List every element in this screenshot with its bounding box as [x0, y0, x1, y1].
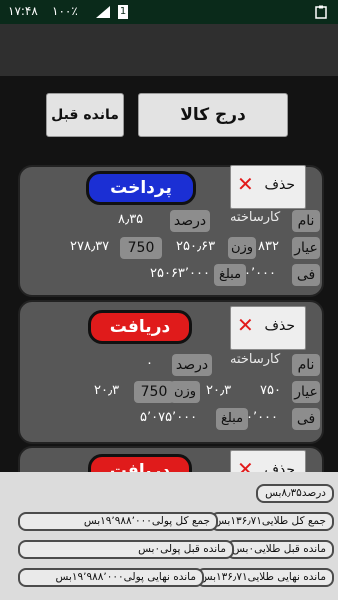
summary-percent: درصد۸٫۳۵بس [256, 484, 334, 503]
summary-panel: درصد۸٫۳۵بس جمع کل طلایی۱۳۶٫۷۱بس جمع کل پ… [0, 472, 338, 600]
add-item-button[interactable]: درج کالا [138, 93, 288, 137]
status-battery: ۱۰۰٪ [52, 4, 78, 18]
weight-input[interactable]: 750 [120, 237, 162, 259]
weight-input[interactable]: 750 [134, 381, 174, 403]
app-bar [0, 24, 338, 76]
amount-value: ۲۵۰۶۳٬۰۰۰ [150, 266, 210, 281]
summary-final-gold: مانده نهایی طلایی۱۳۶٫۷۱بس [196, 568, 334, 587]
amount-value: ۵٬۰۷۵٬۰۰۰ [140, 410, 198, 425]
percent-value: ۸٫۳۵ [118, 212, 144, 227]
percent-label: درصد [170, 210, 210, 232]
item-card: پرداخت ✕ حذف نام کارساخته درصد ۸٫۳۵ عیار… [18, 165, 324, 297]
karat-label: عیار [292, 381, 320, 403]
summary-prev-gold: مانده قبل طلایی۰بس [226, 540, 334, 559]
summary-total-gold: جمع کل طلایی۱۳۶٫۷۱بس [210, 512, 334, 531]
making-label: کارساخته [230, 352, 281, 367]
delete-button[interactable]: ✕ حذف [230, 306, 306, 350]
weight-value: ۲۰٫۳ [206, 383, 232, 398]
delete-button[interactable]: ✕ حذف [230, 165, 306, 209]
weight-value: ۲۵۰٫۶۳ [176, 239, 216, 254]
making-label: کارساخته [230, 210, 281, 225]
karat-value: ۸۳۲ [258, 239, 279, 254]
weight-label: وزن [170, 381, 200, 403]
close-icon: ✕ [237, 313, 254, 337]
status-time: ۱۷:۴۸ [8, 4, 38, 18]
price-label: فی [292, 264, 320, 286]
summary-prev-money: مانده قبل پولی۰بس [18, 540, 234, 559]
status-bar: ۱۷:۴۸ ۱۰۰٪ 1 [0, 0, 338, 24]
summary-final-money: مانده نهایی پولی۱۹٬۹۸۸٬۰۰۰بس [18, 568, 204, 587]
close-icon: ✕ [237, 172, 254, 196]
extra-value: ۲۷۸٫۳۷ [70, 239, 110, 254]
percent-label: درصد [172, 354, 212, 376]
sim-indicator: 1 [118, 5, 128, 19]
price-label: فی [292, 408, 320, 430]
remaining-button[interactable]: مانده قبل [46, 93, 124, 137]
amount-label: مبلغ [216, 408, 248, 430]
card-type-badge: پرداخت [86, 171, 196, 205]
delete-label: حذف [264, 318, 295, 334]
signal-icon [96, 6, 110, 18]
extra-value: ۲۰٫۳ [94, 383, 120, 398]
card-type-badge: دریافت [88, 310, 192, 344]
delete-label: حذف [264, 177, 295, 193]
name-label: نام [292, 354, 320, 376]
karat-value: ۷۵۰ [260, 383, 281, 398]
weight-label: وزن [228, 237, 256, 259]
clipboard-icon [315, 5, 327, 19]
item-card: دریافت ✕ حذف کارساخته نام درصد ۰ عیار ۷۵… [18, 300, 324, 444]
summary-total-money: جمع کل پولی۱۹٬۹۸۸٬۰۰۰بس [18, 512, 218, 531]
name-label: نام [292, 210, 320, 232]
amount-label: مبلغ [214, 264, 246, 286]
karat-label: عیار [292, 237, 320, 259]
percent-value: ۰ [146, 356, 153, 371]
